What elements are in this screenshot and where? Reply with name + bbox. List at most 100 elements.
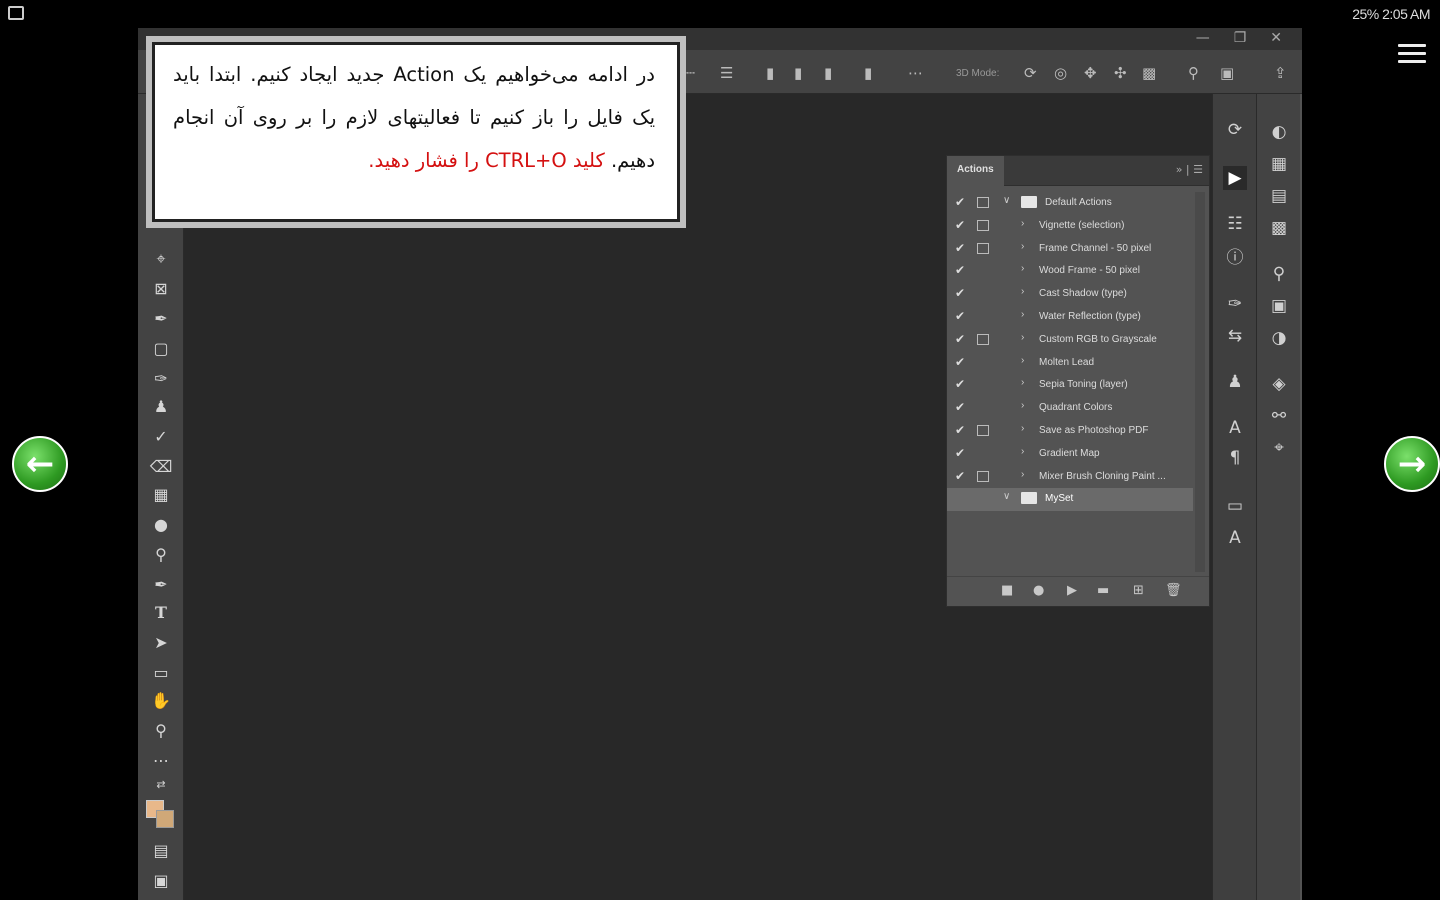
action-set-row[interactable]: ✔ ∨ Default Actions [947, 192, 1193, 215]
action-row[interactable]: ✔ › Frame Channel - 50 pixel [947, 238, 1193, 261]
new-action-icon[interactable]: ⊞ [1133, 583, 1144, 598]
swap-colors-icon[interactable]: ⇄ [149, 774, 173, 796]
3d-scale-icon[interactable]: ▩ [1142, 64, 1156, 82]
action-row[interactable]: ✔ › Cast Shadow (type) [947, 283, 1193, 306]
action-row[interactable]: ✔ › Mixer Brush Cloning Paint ... [947, 466, 1193, 489]
chevron-right-icon[interactable]: › [1021, 400, 1024, 411]
dialog-toggle-icon[interactable] [977, 242, 989, 254]
character-styles-icon[interactable]: A [1223, 526, 1247, 550]
stop-icon[interactable]: ■ [1001, 583, 1013, 598]
chevron-right-icon[interactable]: › [1021, 423, 1024, 434]
chevron-right-icon[interactable]: › [1021, 309, 1024, 320]
new-set-folder-icon[interactable]: ▬ [1097, 583, 1109, 598]
chevron-right-icon[interactable]: › [1021, 377, 1024, 388]
checkmark-icon[interactable]: ✔ [955, 218, 965, 232]
crop-tool-icon[interactable]: ⌖ [149, 248, 173, 270]
align-bottom-icon[interactable]: ▮ [824, 64, 832, 82]
action-row[interactable]: ✔ › Vignette (selection) [947, 215, 1193, 238]
action-row[interactable]: ✔ › Gradient Map [947, 443, 1193, 466]
checkmark-icon[interactable]: ✔ [955, 469, 965, 483]
3d-rotate-icon[interactable]: ⟳ [1024, 64, 1037, 82]
action-row[interactable]: ✔ › Sepia Toning (layer) [947, 374, 1193, 397]
background-color-swatch[interactable] [156, 810, 174, 828]
paragraph-icon[interactable]: ¶ [1223, 446, 1247, 470]
eyedropper-tool-icon[interactable]: ✒ [149, 308, 173, 330]
dialog-toggle-icon[interactable] [977, 197, 989, 208]
dialog-toggle-icon[interactable] [977, 357, 989, 368]
checkmark-icon[interactable]: ✔ [955, 195, 965, 209]
dialog-toggle-icon[interactable] [977, 288, 989, 299]
chevron-right-icon[interactable]: › [1021, 286, 1024, 297]
clone-source-icon[interactable]: ♟ [1223, 370, 1247, 394]
type-tool-icon[interactable]: T [149, 602, 173, 624]
history-brush-icon[interactable]: ✓ [149, 426, 173, 448]
info-panel-icon[interactable]: ⓘ [1223, 246, 1247, 270]
search-icon[interactable]: ⚲ [1188, 64, 1199, 82]
properties-panel-icon[interactable]: ☷ [1223, 212, 1247, 236]
paths-panel-icon[interactable]: ⌖ [1267, 436, 1291, 460]
blur-tool-icon[interactable]: ● [149, 514, 173, 536]
eraser-tool-icon[interactable]: ⌫ [149, 456, 173, 478]
adjustments-icon[interactable]: ⇆ [1223, 324, 1247, 348]
workspace-icon[interactable]: ▣ [1220, 64, 1234, 82]
align-right-icon[interactable]: ▮ [864, 64, 872, 82]
chevron-right-icon[interactable]: › [1021, 355, 1024, 366]
minimize-icon[interactable]: — [1196, 30, 1210, 46]
actions-scrollbar[interactable] [1195, 192, 1205, 572]
chevron-down-icon[interactable]: ∨ [1003, 491, 1010, 502]
checkmark-icon[interactable]: ✔ [955, 400, 965, 414]
zoom-tool-icon[interactable]: ⚲ [149, 720, 173, 742]
channels-panel-icon[interactable]: ⚯ [1267, 404, 1291, 428]
next-arrow-icon[interactable]: → [1384, 436, 1440, 492]
dialog-toggle-icon[interactable] [977, 470, 989, 482]
distribute-icon[interactable]: ☰ [720, 64, 733, 82]
actions-tab[interactable]: Actions [947, 156, 1004, 186]
frame-tool-icon[interactable]: ⊠ [149, 278, 173, 300]
stamp-tool-icon[interactable]: ♟ [149, 396, 173, 418]
dialog-toggle-icon[interactable] [977, 493, 989, 504]
path-selection-icon[interactable]: ➤ [149, 632, 173, 654]
dialog-toggle-icon[interactable] [977, 333, 989, 345]
action-row[interactable]: ✔ › Water Reflection (type) [947, 306, 1193, 329]
dialog-toggle-icon[interactable] [977, 265, 989, 276]
chevron-down-icon[interactable]: ∨ [1003, 195, 1010, 206]
dialog-toggle-icon[interactable] [977, 448, 989, 459]
close-icon[interactable]: ✕ [1270, 30, 1282, 46]
layers-panel-icon[interactable]: ◈ [1267, 372, 1291, 396]
checkmark-icon[interactable]: ✔ [955, 241, 965, 255]
menu-icon[interactable] [1398, 44, 1426, 66]
dialog-toggle-icon[interactable] [977, 424, 989, 436]
action-row[interactable]: ✔ › Molten Lead [947, 352, 1193, 375]
hand-tool-icon[interactable]: ✋ [149, 690, 173, 712]
checkmark-icon[interactable]: ✔ [955, 286, 965, 300]
color-panel-icon[interactable]: ◐ [1267, 120, 1291, 144]
trash-icon[interactable]: 🗑 [1165, 583, 1182, 598]
checkmark-icon[interactable]: ✔ [955, 263, 965, 277]
3d-pan-icon[interactable]: ✥ [1084, 64, 1097, 82]
dialog-toggle-icon[interactable] [977, 219, 989, 231]
checkmark-icon[interactable]: ✔ [955, 377, 965, 391]
rectangle-tool-icon[interactable]: ▭ [149, 662, 173, 684]
align-left-icon[interactable]: ┄ [686, 64, 695, 82]
edit-toolbar-icon[interactable]: ⋯ [149, 750, 173, 772]
gradients-panel-icon[interactable]: ▤ [1267, 184, 1291, 208]
patterns-panel-icon[interactable]: ▩ [1267, 216, 1291, 240]
previous-arrow-icon[interactable]: ← [12, 436, 68, 492]
screen-mode-icon[interactable]: ▣ [149, 870, 173, 892]
chevron-right-icon[interactable]: › [1021, 469, 1024, 480]
panel-menu-icon[interactable]: » | ☰ [1176, 163, 1203, 176]
quick-mask-icon[interactable]: ▤ [149, 840, 173, 862]
checkmark-icon[interactable]: ✔ [955, 423, 965, 437]
swatches-panel-icon[interactable]: ▦ [1267, 152, 1291, 176]
checkmark-icon[interactable]: ✔ [955, 332, 965, 346]
pen-tool-icon[interactable]: ✒ [149, 574, 173, 596]
dialog-toggle-icon[interactable] [977, 402, 989, 413]
chevron-right-icon[interactable]: › [1021, 332, 1024, 343]
align-middle-icon[interactable]: ▮ [794, 64, 802, 82]
paragraph-styles-icon[interactable]: ▭ [1223, 494, 1247, 518]
more-options-icon[interactable]: ⋯ [908, 64, 923, 82]
share-icon[interactable]: ⇪ [1274, 64, 1287, 82]
learn-panel-icon[interactable]: ⚲ [1267, 262, 1291, 286]
brush-tool-icon[interactable]: ✑ [149, 368, 173, 390]
3d-roll-icon[interactable]: ◎ [1054, 64, 1067, 82]
